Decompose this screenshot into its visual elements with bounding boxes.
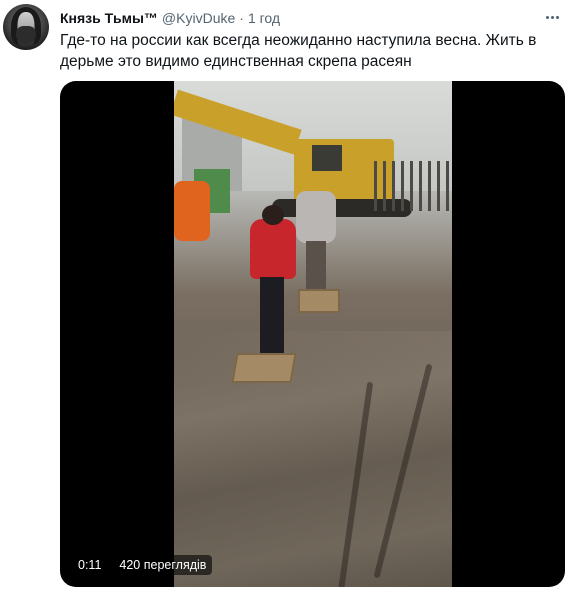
more-dot <box>550 15 554 19</box>
video-duration: 0:11 <box>72 555 108 575</box>
video-person-jacket <box>250 219 296 279</box>
video-fence <box>374 161 452 211</box>
video-mud <box>174 331 452 587</box>
video-box <box>231 353 297 383</box>
tweet-text-line: дерьме это видимо единственная скрепа ра… <box>60 53 412 70</box>
tweet-timestamp[interactable]: 1 год <box>248 10 280 26</box>
more-dot <box>555 15 559 19</box>
video-player[interactable]: 0:11 420 переглядів <box>60 81 565 587</box>
video-frame <box>174 81 452 587</box>
tweet-card: Князь Тьмы™ @KyivDuke · 1 год Где-то на … <box>0 0 575 593</box>
separator-dot: · <box>239 10 244 26</box>
video-person-legs <box>260 277 284 357</box>
tweet-text: Где-то на россии как всегда неожиданно н… <box>60 30 560 72</box>
tweet-text-line: Где-то на россии как всегда неожиданно н… <box>60 32 537 49</box>
video-excavator-cab <box>312 145 342 171</box>
video-meta: 0:11 420 переглядів <box>72 555 213 575</box>
tweet-header: Князь Тьмы™ @KyivDuke · 1 год <box>60 10 280 26</box>
avatar[interactable] <box>3 4 49 50</box>
video-worker <box>174 181 210 241</box>
video-view-count: 420 переглядів <box>113 555 213 575</box>
author-name[interactable]: Князь Тьмы™ <box>60 10 158 26</box>
video-person-head <box>262 205 284 225</box>
video-person <box>246 205 296 357</box>
video-person-jacket <box>296 191 336 243</box>
avatar-beard <box>16 26 36 44</box>
author-handle[interactable]: @KyivDuke <box>162 10 235 26</box>
more-dot <box>545 15 549 19</box>
more-options-icon[interactable] <box>541 6 563 28</box>
video-box <box>298 289 340 313</box>
video-person-legs <box>306 241 326 293</box>
video-person <box>296 185 340 295</box>
